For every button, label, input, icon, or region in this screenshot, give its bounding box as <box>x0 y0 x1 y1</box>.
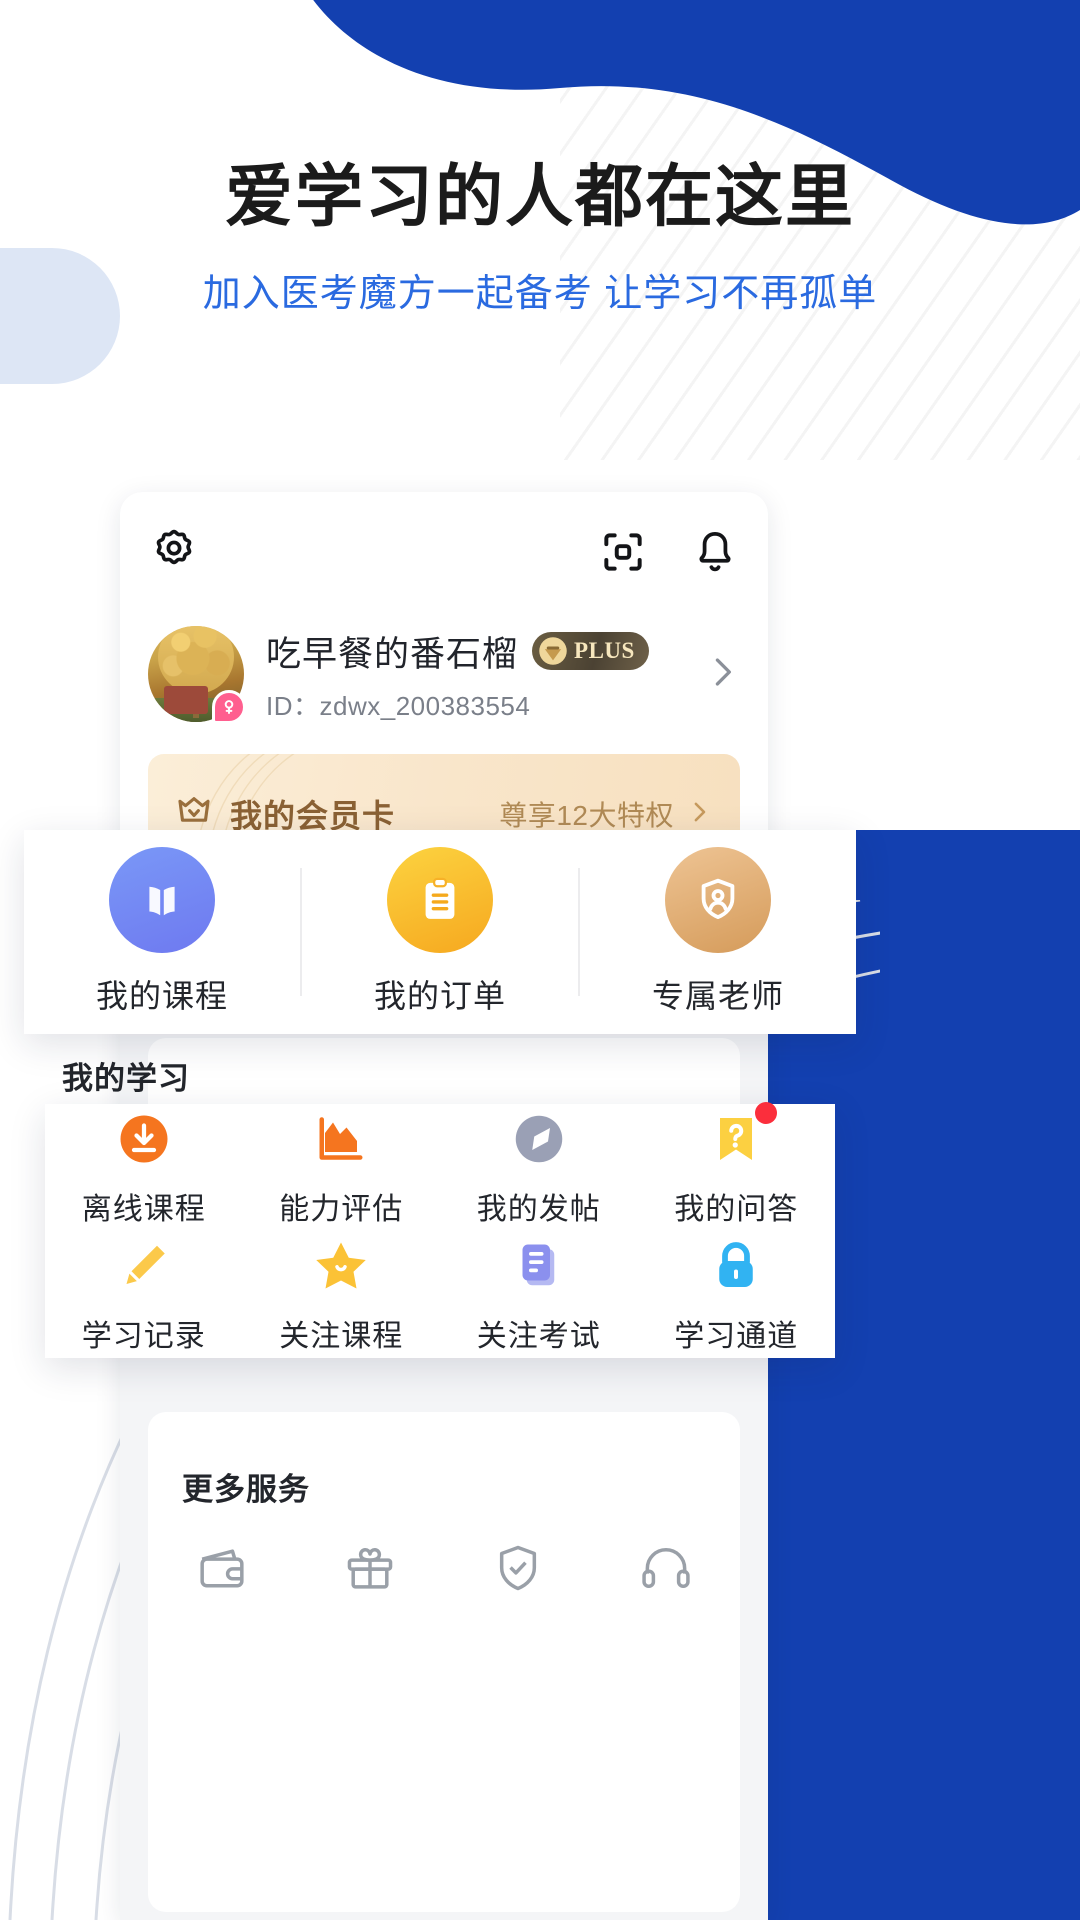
star-icon <box>310 1235 372 1297</box>
study-entry-ability-assessment[interactable]: 能力评估 <box>243 1108 441 1228</box>
plus-badge: PLUS <box>532 632 649 670</box>
study-entry-label: 我的发帖 <box>476 1192 601 1226</box>
headset-icon <box>638 1540 694 1601</box>
app-topbar <box>120 522 768 586</box>
study-entry-my-posts[interactable]: 我的发帖 <box>440 1108 638 1228</box>
pencil-icon <box>113 1235 175 1297</box>
question-bookmark-icon <box>705 1101 778 1170</box>
quick-entry-my-orders[interactable]: 我的订单 <box>302 847 578 1017</box>
study-entry-label: 离线课程 <box>81 1192 206 1226</box>
lock-icon <box>705 1235 767 1297</box>
book-icon <box>109 847 215 953</box>
avatar[interactable] <box>148 626 246 724</box>
compass-icon <box>508 1108 570 1170</box>
profile-row[interactable]: 吃早餐的番石榴 PLUS ID：zdwx_200383554 <box>148 616 740 732</box>
wallet-icon <box>194 1540 250 1601</box>
quick-entry-exclusive-teacher[interactable]: 专属老师 <box>580 847 856 1017</box>
plus-label: PLUS <box>574 638 635 663</box>
download-icon <box>113 1108 175 1170</box>
more-service-item[interactable] <box>592 1540 740 1601</box>
hero-subline: 加入医考魔方一起备考 让学习不再孤单 <box>202 273 878 315</box>
profile-text: 吃早餐的番石榴 PLUS ID：zdwx_200383554 <box>266 626 649 723</box>
more-service-item[interactable] <box>148 1540 296 1601</box>
scan-code-icon[interactable] <box>598 527 648 582</box>
female-gender-icon <box>212 690 246 724</box>
plus-gem-icon <box>539 637 567 665</box>
quick-entry-label: 专属老师 <box>651 978 784 1014</box>
my-study-title: 我的学习 <box>62 1061 190 1096</box>
study-entry-study-channel[interactable]: 学习通道 <box>638 1235 836 1355</box>
study-entry-label: 学习记录 <box>81 1319 206 1353</box>
more-services-card: 更多服务 <box>148 1412 740 1912</box>
study-entry-label: 我的问答 <box>674 1192 799 1226</box>
quick-entry-label: 我的订单 <box>373 978 506 1014</box>
membership-privileges-link[interactable]: 尊享12大特权 <box>499 794 674 834</box>
more-service-item[interactable] <box>296 1540 444 1601</box>
more-service-item[interactable] <box>444 1540 592 1601</box>
study-entry-label: 关注课程 <box>279 1319 404 1353</box>
document-icon <box>508 1235 570 1297</box>
study-entry-label: 能力评估 <box>279 1192 404 1226</box>
quick-entry-my-courses[interactable]: 我的课程 <box>24 847 300 1017</box>
more-services-grid <box>148 1540 740 1601</box>
user-name: 吃早餐的番石榴 <box>266 634 519 674</box>
quick-entry-label: 我的课程 <box>95 978 228 1014</box>
bell-icon[interactable] <box>690 527 740 582</box>
clipboard-icon <box>387 847 493 953</box>
shield-check-icon <box>490 1540 546 1601</box>
profile-chevron-right-icon[interactable] <box>700 650 744 699</box>
study-entry-offline-courses[interactable]: 离线课程 <box>45 1108 243 1228</box>
topbar-actions <box>598 527 740 582</box>
gear-icon[interactable] <box>148 526 200 583</box>
study-entry-study-record[interactable]: 学习记录 <box>45 1235 243 1355</box>
notification-badge-dot <box>755 1101 778 1124</box>
study-entry-followed-exams[interactable]: 关注考试 <box>440 1235 638 1355</box>
blue-wave-blob <box>313 0 1080 225</box>
study-entry-label: 学习通道 <box>674 1319 799 1353</box>
teacher-shield-icon <box>665 847 771 953</box>
chart-icon <box>310 1108 372 1170</box>
study-entry-my-qa[interactable]: 我的问答 <box>638 1101 836 1228</box>
hero-headline: 爱学习的人都在这里 <box>224 159 855 235</box>
quick-entry-panel: 我的课程 我的订单 专属老师 <box>24 830 856 1034</box>
user-id: ID：zdwx_200383554 <box>266 690 531 721</box>
more-services-title: 更多服务 <box>182 1472 310 1507</box>
screen: 爱学习的人都在这里 加入医考魔方一起备考 让学习不再孤单 吃早餐的番石榴 PLU… <box>0 0 1080 1920</box>
study-entry-followed-courses[interactable]: 关注课程 <box>243 1235 441 1355</box>
study-entry-panel: 离线课程 能力评估 我的发帖 我的问答 学习记录 关注课程 关注考试 学习通道 <box>45 1101 836 1358</box>
gift-icon <box>342 1540 398 1601</box>
study-entry-label: 关注考试 <box>476 1319 601 1353</box>
membership-chevron-right-icon[interactable] <box>684 797 714 832</box>
